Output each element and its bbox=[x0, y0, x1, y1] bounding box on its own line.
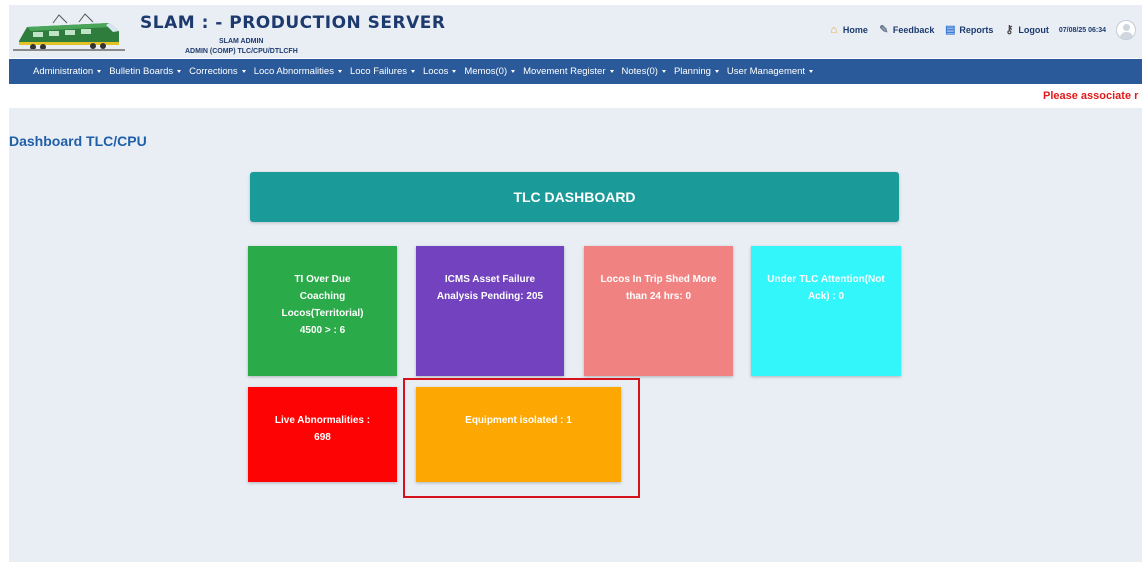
reports-link[interactable]: ▤ Reports bbox=[944, 24, 993, 36]
page-frame: SLAM : - PRODUCTION SERVER SLAM ADMIN AD… bbox=[0, 0, 1142, 562]
caret-down-icon bbox=[97, 70, 102, 73]
tile-label: TI Over Due Coaching Locos(Territorial) … bbox=[281, 274, 364, 336]
nav-user-management[interactable]: User Management bbox=[726, 66, 814, 77]
nav-label: Locos bbox=[423, 66, 449, 77]
nav-locos[interactable]: Locos bbox=[423, 66, 457, 77]
user-role-label: ADMIN (COMP) TLC/CPU/DTLCFH bbox=[185, 48, 298, 55]
reports-link-label: Reports bbox=[959, 25, 994, 35]
tile-live-abnormalities[interactable]: Live Abnormalities : 698 bbox=[248, 387, 397, 482]
nav-label: Bulletin Boards bbox=[109, 66, 174, 77]
nav-loco-abnormalities[interactable]: Loco Abnormalities bbox=[254, 66, 342, 77]
caret-down-icon bbox=[661, 70, 666, 73]
tile-under-tlc-attention[interactable]: Under TLC Attention(Not Ack) : 0 bbox=[751, 246, 901, 376]
caret-down-icon bbox=[337, 70, 342, 73]
nav-loco-failures[interactable]: Loco Failures bbox=[350, 66, 415, 77]
tile-label: Under TLC Attention(Not Ack) : 0 bbox=[767, 274, 885, 302]
nav-label: Memos(0) bbox=[464, 66, 508, 77]
tile-icms-asset-failure[interactable]: ICMS Asset Failure Analysis Pending: 205 bbox=[416, 246, 564, 376]
nav-planning[interactable]: Planning bbox=[674, 66, 719, 77]
home-link[interactable]: ⌂ Home bbox=[828, 24, 868, 36]
datetime-label: 07/08/25 06:34 bbox=[1058, 26, 1106, 34]
home-icon: ⌂ bbox=[830, 24, 838, 36]
logout-link-label: Logout bbox=[1018, 25, 1049, 35]
nav-label: Corrections bbox=[189, 66, 238, 77]
caret-down-icon bbox=[452, 70, 457, 73]
nav-label: Loco Abnormalities bbox=[253, 66, 334, 77]
caret-down-icon bbox=[511, 70, 516, 73]
tile-equipment-isolated[interactable]: Equipment isolated : 1 bbox=[416, 387, 621, 482]
app-title: SLAM : - PRODUCTION SERVER bbox=[140, 13, 446, 33]
tile-locos-in-trip-shed[interactable]: Locos In Trip Shed More than 24 hrs: 0 bbox=[584, 246, 733, 376]
reports-icon: ▤ bbox=[945, 24, 956, 36]
tile-ti-overdue-coaching-locos[interactable]: TI Over Due Coaching Locos(Territorial) … bbox=[248, 246, 397, 376]
nav-label: User Management bbox=[726, 66, 806, 77]
caret-down-icon bbox=[714, 70, 719, 73]
feedback-link-label: Feedback bbox=[892, 25, 935, 35]
caret-down-icon bbox=[809, 70, 814, 73]
nav-label: Loco Failures bbox=[349, 66, 407, 77]
dashboard-banner: TLC DASHBOARD bbox=[250, 172, 899, 222]
main-nav: Administration Bulletin Boards Correctio… bbox=[9, 59, 1142, 84]
caret-down-icon bbox=[241, 70, 246, 73]
nav-label: Movement Register bbox=[523, 66, 606, 77]
feedback-link[interactable]: ✎ Feedback bbox=[878, 24, 935, 36]
nav-movement-register[interactable]: Movement Register bbox=[523, 66, 614, 77]
nav-notes[interactable]: Notes(0) bbox=[622, 66, 666, 77]
app-header: SLAM : - PRODUCTION SERVER SLAM ADMIN AD… bbox=[9, 5, 1142, 58]
feedback-icon: ✎ bbox=[879, 24, 889, 36]
locomotive-logo bbox=[13, 7, 125, 53]
user-avatar[interactable] bbox=[1116, 20, 1136, 40]
nav-administration[interactable]: Administration bbox=[33, 66, 102, 77]
tile-label: ICMS Asset Failure Analysis Pending: 205 bbox=[436, 274, 544, 302]
caret-down-icon bbox=[609, 70, 614, 73]
key-icon: ⚷ bbox=[1005, 24, 1014, 36]
caret-down-icon bbox=[411, 70, 415, 73]
associate-notice: Please associate r bbox=[1043, 90, 1139, 102]
nav-label: Notes(0) bbox=[621, 66, 658, 77]
top-links: ⌂ Home ✎ Feedback ▤ Reports ⚷ Logout 07/… bbox=[828, 18, 1136, 42]
nav-bulletin-boards[interactable]: Bulletin Boards bbox=[109, 66, 182, 77]
nav-memos[interactable]: Memos(0) bbox=[464, 66, 516, 77]
page-title: Dashboard TLC/CPU bbox=[9, 133, 147, 149]
caret-down-icon bbox=[177, 70, 182, 73]
main-content: Please associate r Dashboard TLC/CPU TLC… bbox=[9, 84, 1142, 562]
nav-corrections[interactable]: Corrections bbox=[189, 66, 246, 77]
user-name-label: SLAM ADMIN bbox=[219, 38, 264, 45]
nav-label: Administration bbox=[33, 66, 94, 77]
logout-link[interactable]: ⚷ Logout bbox=[1003, 24, 1049, 36]
tile-label: Live Abnormalities : 698 bbox=[274, 415, 371, 443]
nav-label: Planning bbox=[673, 66, 711, 77]
tile-label: Locos In Trip Shed More than 24 hrs: 0 bbox=[600, 274, 717, 302]
tile-label: Equipment isolated : 1 bbox=[465, 415, 572, 426]
home-link-label: Home bbox=[842, 25, 868, 35]
notice-bar: Please associate r bbox=[9, 84, 1142, 108]
